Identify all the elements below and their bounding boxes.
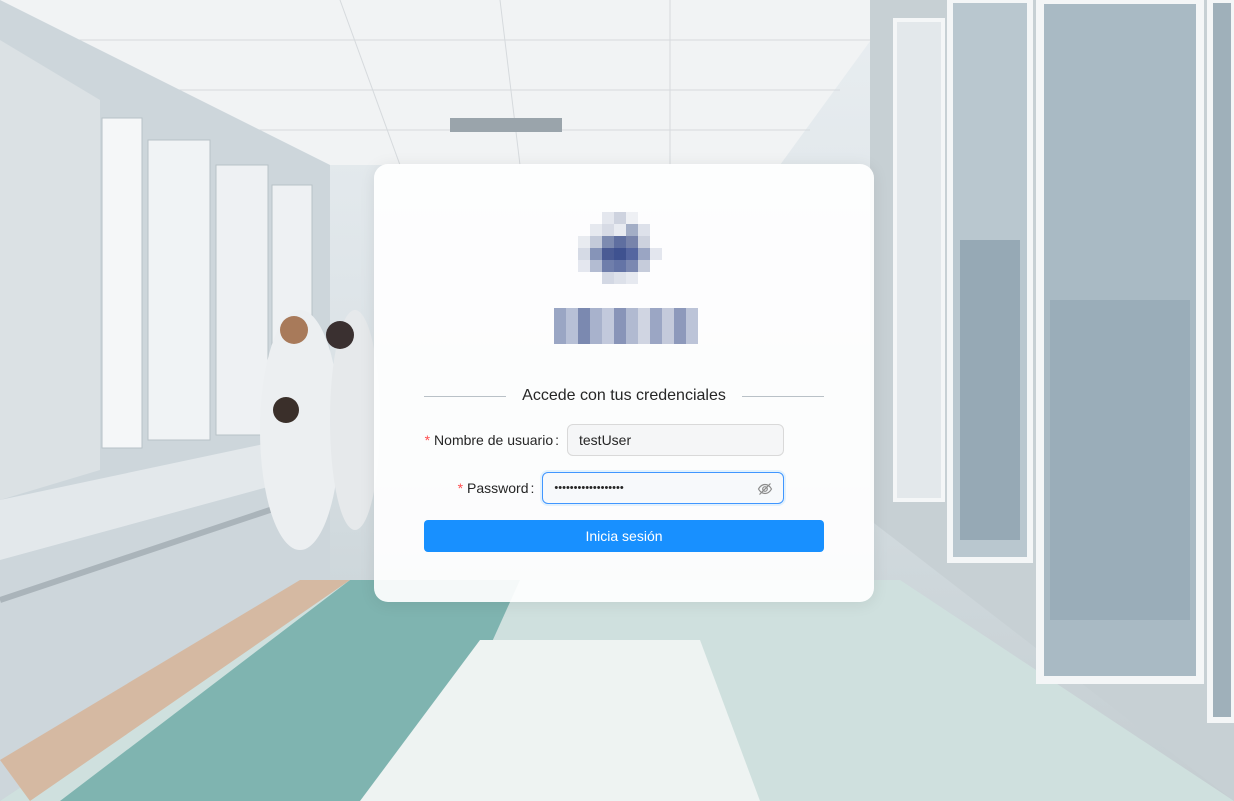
login-submit-button[interactable]: Inicia sesión [424, 520, 824, 552]
divider-line-right [741, 395, 825, 397]
organization-logo [554, 212, 698, 346]
login-heading: Accede con tus credenciales [522, 387, 726, 404]
password-value: •••••••••••••••••• [554, 482, 624, 494]
label-colon: : [530, 480, 535, 496]
required-mark: * [457, 480, 464, 496]
password-input[interactable]: •••••••••••••••••• [542, 472, 784, 504]
username-label-wrap: * Nombre de usuario : [424, 432, 567, 448]
username-input[interactable]: testUser [567, 424, 784, 456]
password-row: * Password : •••••••••••••••••• [424, 472, 784, 504]
username-value: testUser [579, 432, 632, 448]
login-card: Accede con tus credenciales * Nombre de … [374, 164, 874, 602]
label-colon: : [555, 432, 559, 448]
password-label-wrap: * Password : [424, 480, 542, 496]
login-divider: Accede con tus credenciales [424, 384, 825, 408]
password-label: Password [467, 480, 529, 496]
username-label: Nombre de usuario [434, 432, 554, 448]
required-mark: * [424, 432, 431, 448]
eye-invisible-icon[interactable] [757, 481, 773, 497]
username-row: * Nombre de usuario : testUser [424, 424, 784, 456]
divider-line-left [424, 395, 507, 397]
